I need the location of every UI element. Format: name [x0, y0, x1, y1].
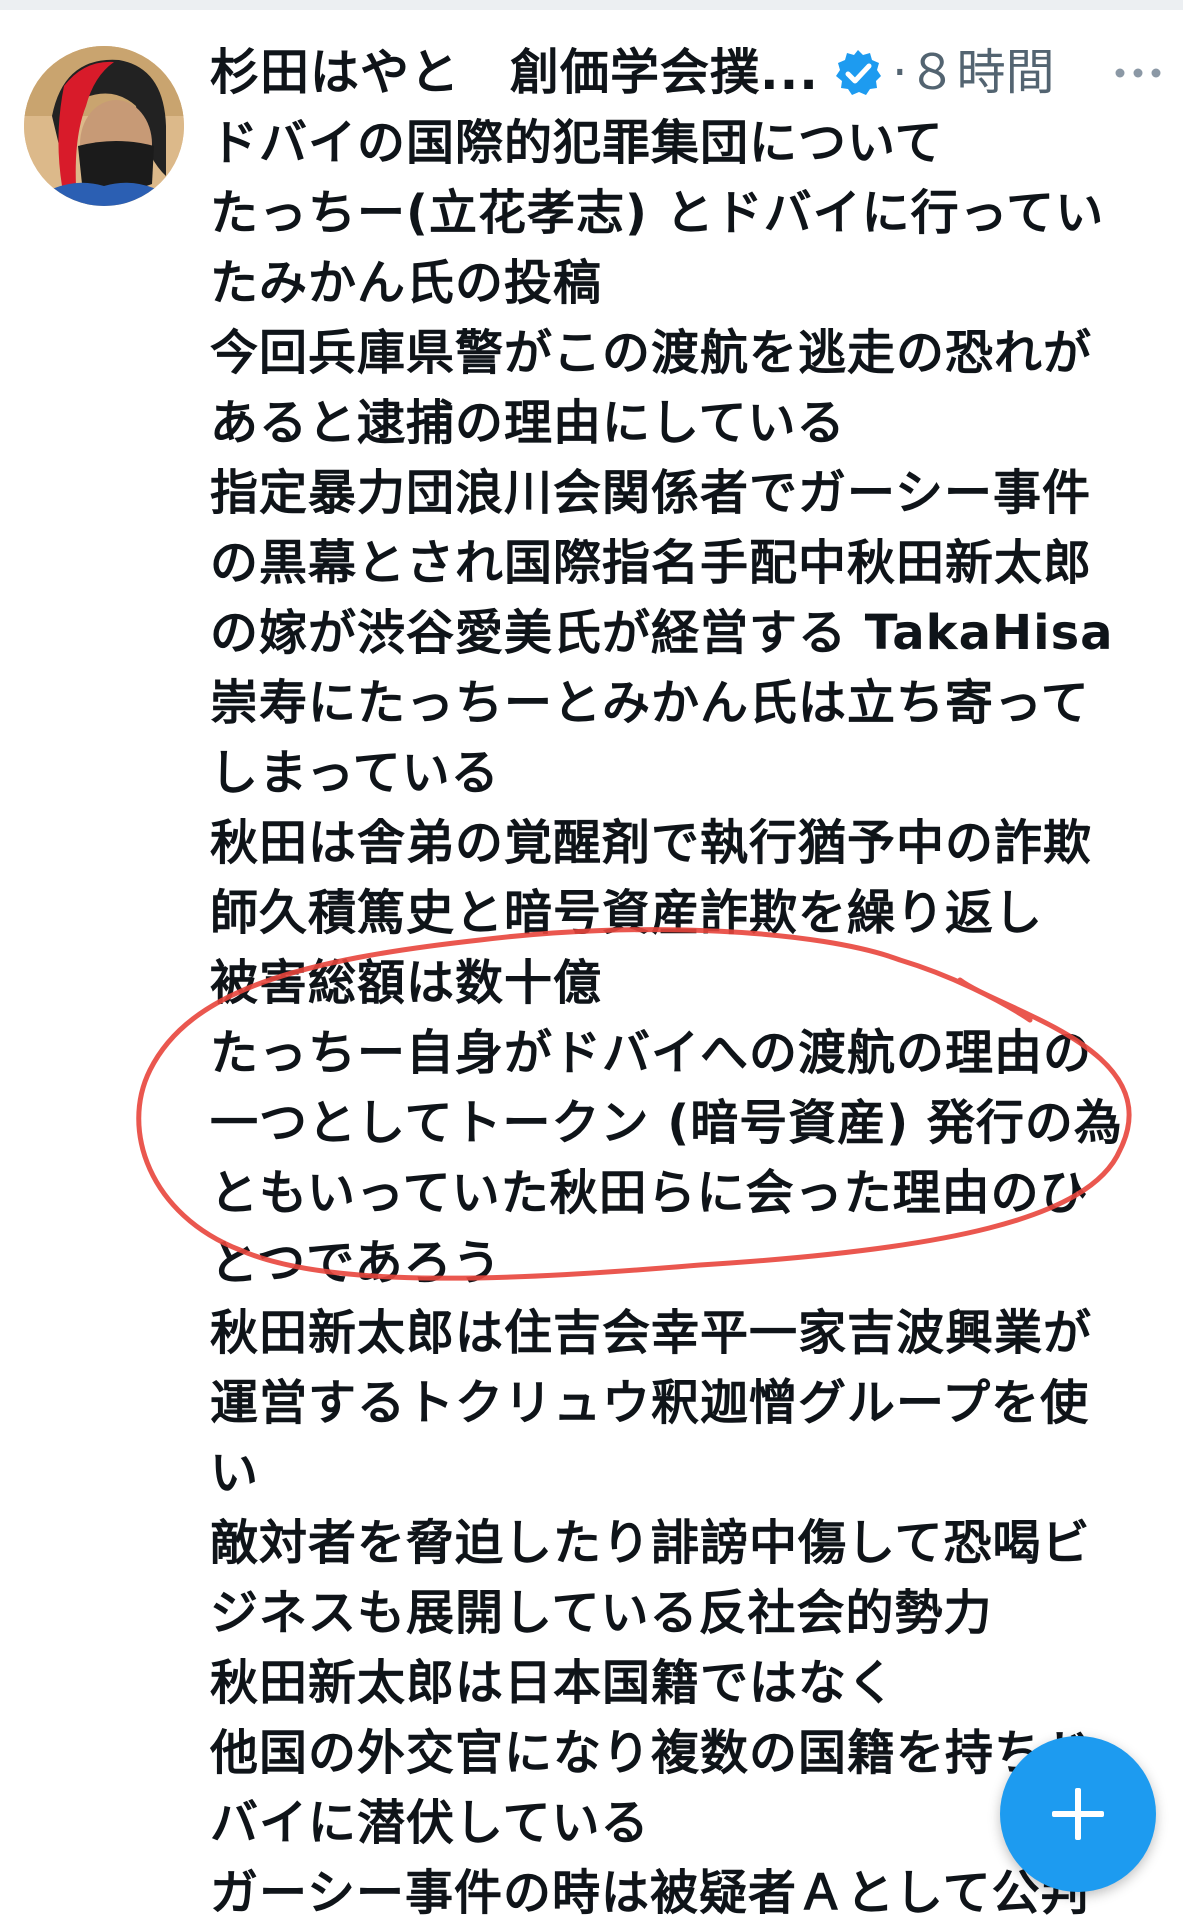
tweet-header: 杉田はやと 創価学会撲... ·８時間 [210, 38, 1161, 108]
tweet-text: ドバイの国際的犯罪集団について たっちー(立花孝志) とドバイに行ってい たみか… [210, 108, 1130, 1928]
author-name[interactable]: 杉田はやと 創価学会撲... [210, 38, 819, 108]
avatar[interactable] [24, 46, 184, 206]
tweet-line: 秋田新太郎は住吉会幸平一家吉波興業が [210, 1305, 1093, 1361]
tweet-line: 秋田は舎弟の覚醒剤で執行猶予中の詐欺 [210, 815, 1093, 871]
tweet-line: ジネスも展開している反社会的勢力 [210, 1585, 993, 1641]
tweet-line: 崇寿にたっちーとみかん氏は立ち寄って [210, 675, 1090, 731]
tweet-line: の嫁が渋谷愛美氏が経営する TakaHisa [210, 605, 1114, 661]
verified-badge-icon [836, 50, 881, 95]
tweet-line: しまっている [210, 745, 500, 801]
tweet-line: の黒幕とされ国際指名手配中秋田新太郎 [210, 535, 1093, 591]
tweet-line: 指定暴力団浪川会関係者でガーシー事件 [210, 465, 1092, 521]
tweet-line: バイに潜伏している [210, 1795, 650, 1851]
tweet-line: あると逮捕の理由にしている [210, 395, 846, 451]
avatar-image [24, 46, 184, 206]
tweet-line: 秋田新太郎は日本国籍ではなく [210, 1655, 897, 1711]
tweet-line: 師久積篤史と暗号資産詐欺を繰り返し [210, 885, 1044, 941]
tweet-line: 今回兵庫県警がこの渡航を逃走の恐れが [210, 325, 1093, 381]
tweet-line: たみかん氏の投稿 [210, 255, 603, 311]
tweet-line: 被害総額は数十億 [210, 955, 603, 1011]
tweet-line: たっちー自身がドバイへの渡航の理由の [210, 1025, 1093, 1081]
plus-icon [1052, 1788, 1104, 1840]
tweet-line: 運営するトクリュウ釈迦憎グループを使 [210, 1375, 1090, 1431]
tweet-line: たっちー(立花孝志) とドバイに行ってい [210, 185, 1105, 241]
tweet-line: 他国の外交官になり複数の国籍を持ちド [210, 1725, 1093, 1781]
timestamp[interactable]: ·８時間 [892, 38, 1055, 108]
more-horizontal-icon[interactable] [1108, 58, 1168, 88]
tweet-line: い [210, 1445, 260, 1501]
tweet-line: 敵対者を脅迫したり誹謗中傷して恐喝ビ [210, 1515, 1091, 1571]
tweet-line: ガーシー事件の時は被疑者Ａとして公判 [210, 1865, 1090, 1921]
tweet-line: ともいっていた秋田らに会った理由のひ [210, 1165, 1089, 1221]
tweet-line: ドバイの国際的犯罪集団について [210, 115, 944, 171]
top-divider [0, 0, 1183, 10]
tweet-line: とつであろう [210, 1235, 502, 1291]
tweet-line: 一つとしてトークン (暗号資産) 発行の為 [210, 1095, 1123, 1151]
compose-button[interactable] [1000, 1736, 1156, 1892]
